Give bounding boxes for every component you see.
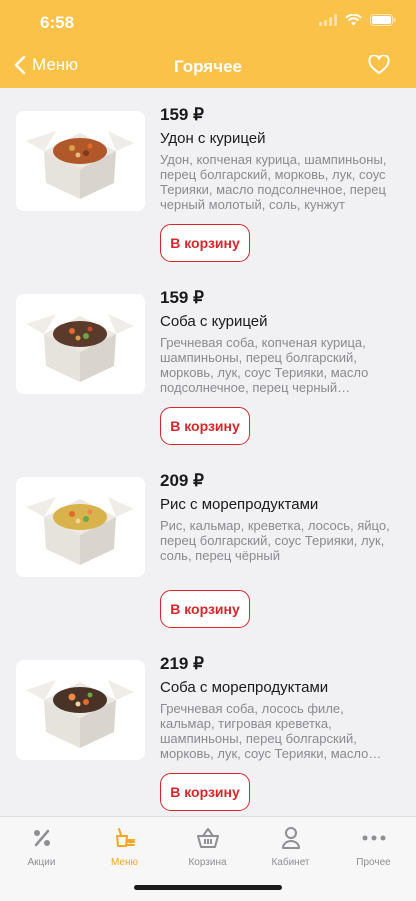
battery-icon	[370, 14, 396, 26]
page-title: Горячее	[173, 57, 243, 76]
product-item: 159 ₽ Удон с курицей Удон, копченая кури…	[0, 88, 416, 271]
tab-account[interactable]: Кабинет	[249, 825, 332, 868]
product-item: 219 ₽ Соба с морепродуктами Гречневая со…	[0, 637, 416, 820]
more-icon	[362, 835, 385, 841]
product-name: Соба с морепродуктами	[160, 679, 329, 696]
add-to-cart-button[interactable]: В корзину	[160, 590, 250, 628]
header: 6:58 Меню Горячее	[0, 0, 416, 88]
tab-label: Прочее	[356, 857, 391, 868]
add-to-cart-button[interactable]: В корзину	[160, 407, 250, 445]
person-icon	[281, 827, 300, 849]
product-item: 159 ₽ Соба с курицей Гречневая соба, коп…	[0, 271, 416, 454]
add-to-cart-button[interactable]: В корзину	[160, 773, 250, 811]
product-price: 209 ₽	[160, 471, 204, 490]
percent-icon	[33, 829, 50, 847]
tab-menu[interactable]: Меню	[83, 825, 166, 868]
status-time: 6:58	[40, 13, 75, 32]
noodle-box-image	[16, 477, 145, 577]
product-price: 159 ₽	[160, 105, 204, 124]
tab-cart[interactable]: Корзина	[166, 825, 249, 868]
product-image[interactable]	[16, 477, 145, 577]
product-image[interactable]	[16, 660, 145, 760]
noodle-box-image	[16, 660, 145, 760]
favorite-button[interactable]	[368, 54, 390, 80]
product-image[interactable]	[16, 111, 145, 211]
tab-label: Корзина	[188, 857, 227, 868]
tab-label: Меню	[110, 857, 139, 868]
noodle-box-image	[16, 294, 145, 394]
menu-food-icon	[115, 828, 135, 847]
tab-label: Кабинет	[271, 857, 310, 868]
basket-icon	[196, 828, 219, 848]
signal-icon	[319, 14, 337, 26]
product-description: Удон, копченая курица, шампиньоны, перец…	[160, 152, 387, 212]
product-description: Гречневая соба, лосось филе, кальмар, ти…	[160, 701, 369, 761]
product-item: 209 ₽ Рис с морепродуктами Рис, кальмар,…	[0, 454, 416, 637]
product-price: 159 ₽	[160, 288, 204, 307]
product-image[interactable]	[16, 294, 145, 394]
product-list: 159 ₽ Удон с курицей Удон, копченая кури…	[0, 88, 416, 820]
product-description: Рис, кальмар, креветка, лосось, яйцо, пе…	[160, 518, 390, 563]
noodle-box-image	[16, 111, 145, 211]
product-name: Соба с курицей	[160, 313, 268, 330]
product-price: 219 ₽	[160, 654, 204, 673]
product-description: Гречневая соба, копченая курица, шампинь…	[160, 335, 369, 395]
home-indicator[interactable]	[134, 885, 282, 890]
tab-label: Акции	[27, 857, 56, 868]
wifi-icon	[345, 14, 362, 26]
tab-promotions[interactable]: Акции	[0, 825, 83, 868]
add-to-cart-button[interactable]: В корзину	[160, 224, 250, 262]
status-icons	[319, 14, 396, 26]
product-name: Удон с курицей	[160, 130, 266, 147]
heart-icon	[368, 54, 390, 74]
product-name: Рис с морепродуктами	[160, 496, 319, 513]
tab-more[interactable]: Прочее	[332, 825, 415, 868]
